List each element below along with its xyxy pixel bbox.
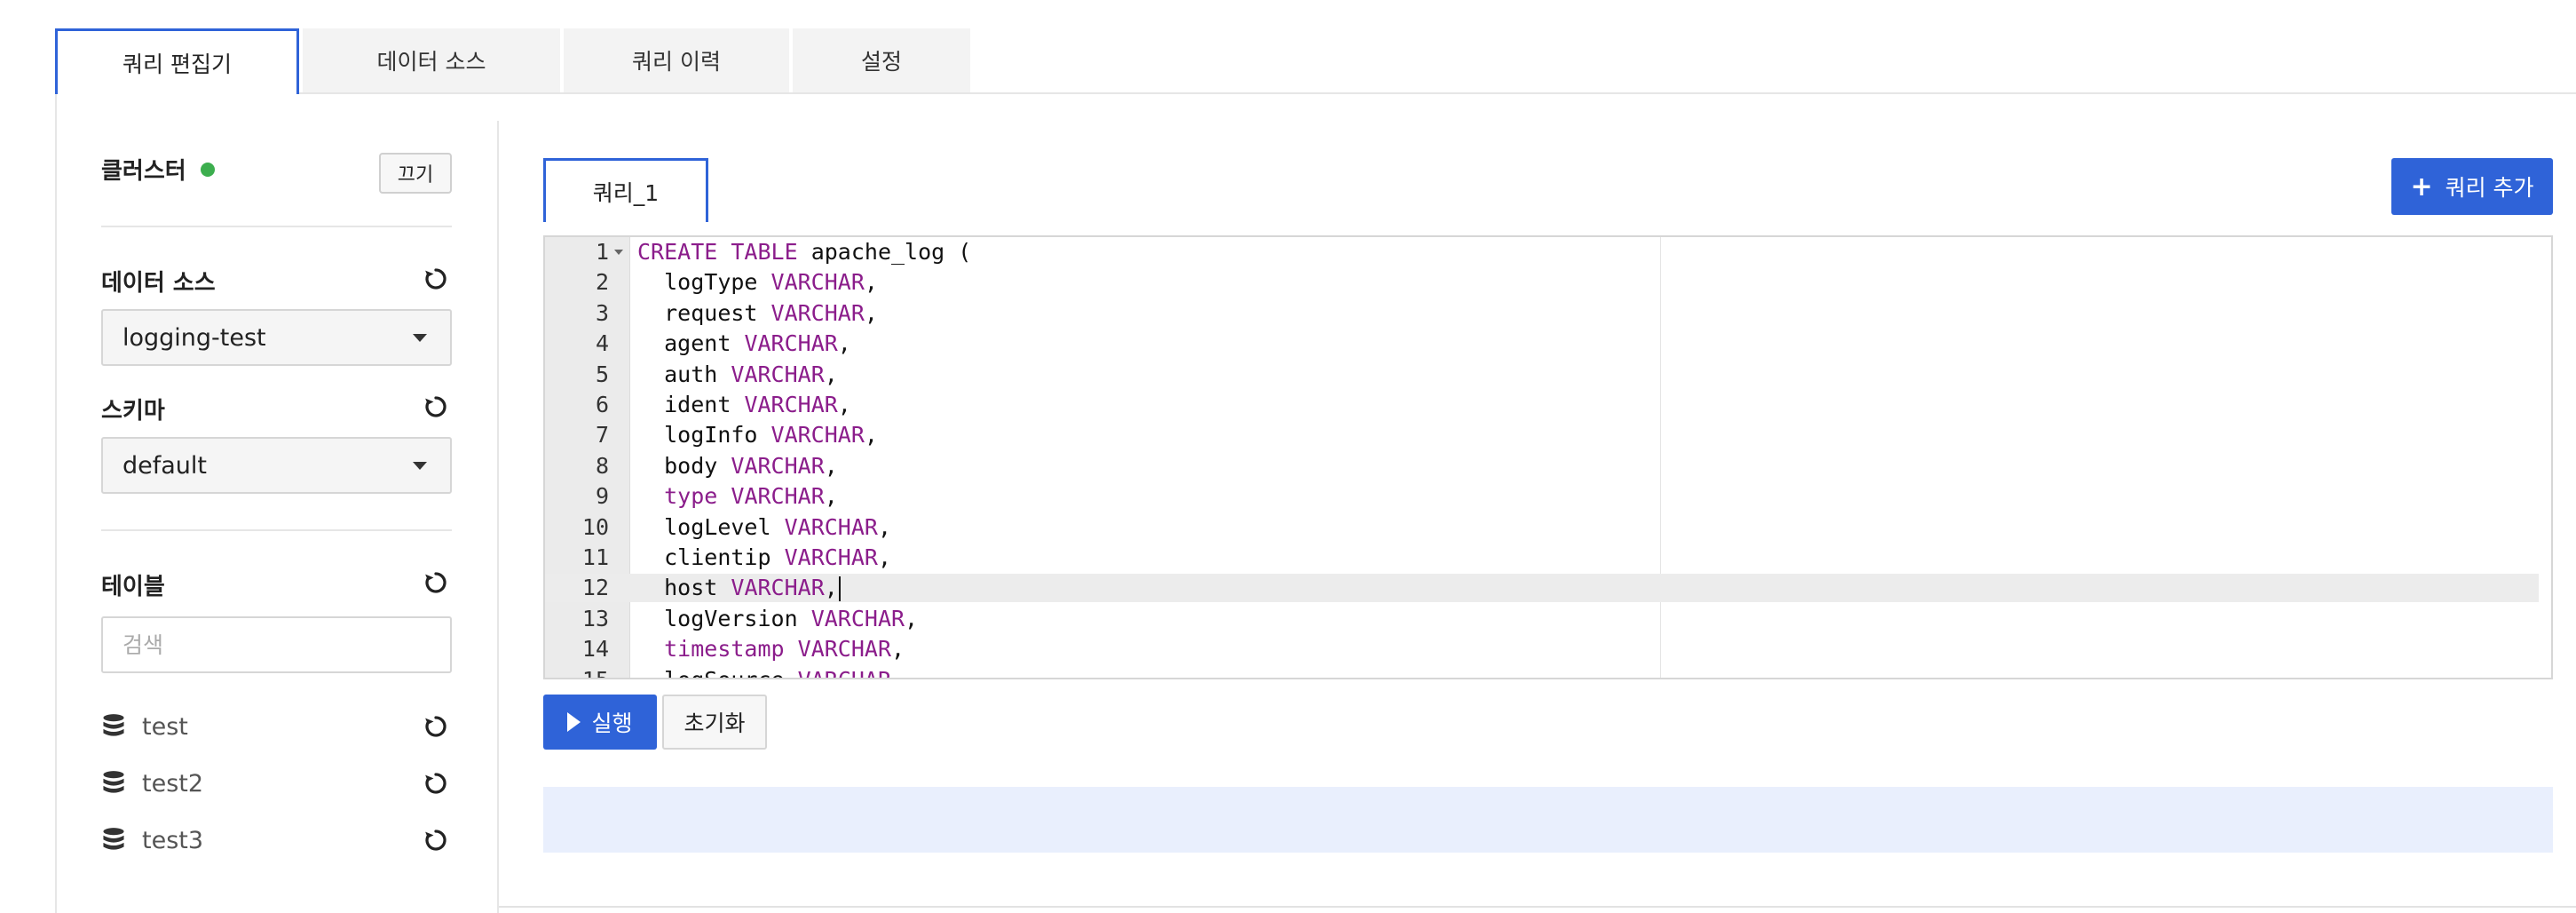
- code-text: host VARCHAR,: [637, 574, 841, 602]
- query-tab[interactable]: 쿼리_1: [543, 158, 708, 222]
- datasource-title: 데이터 소스: [101, 270, 216, 297]
- plus-icon: +: [2410, 171, 2433, 202]
- chevron-down-icon: [413, 462, 427, 470]
- table-refresh-icon[interactable]: [420, 824, 452, 856]
- schema-refresh-icon[interactable]: [420, 391, 452, 423]
- tab-settings[interactable]: 설정: [793, 28, 970, 92]
- code-line[interactable]: 1 CREATE TABLE apache_log (: [545, 238, 2551, 266]
- tables-refresh-icon[interactable]: [420, 567, 452, 599]
- table-item-test2[interactable]: test2: [101, 766, 452, 801]
- code-line[interactable]: 7 logInfo VARCHAR,: [545, 421, 2551, 449]
- code-line[interactable]: 6 ident VARCHAR,: [545, 391, 2551, 419]
- database-icon: [103, 714, 124, 736]
- table-item-test[interactable]: test: [101, 709, 452, 744]
- play-icon: [567, 712, 581, 732]
- datasource-refresh-icon[interactable]: [420, 263, 452, 295]
- divider: [101, 529, 452, 531]
- divider: [101, 226, 452, 227]
- line-number: 6: [595, 392, 609, 417]
- run-label: 실행: [591, 711, 633, 736]
- code-text: ident VARCHAR,: [664, 392, 851, 417]
- line-number: 13: [581, 605, 609, 631]
- tab-query-editor[interactable]: 쿼리 편집기: [55, 28, 299, 94]
- schema-title: 스키마: [101, 398, 165, 425]
- line-number: 15: [545, 666, 609, 678]
- code-line[interactable]: 8 body VARCHAR,: [545, 452, 2551, 480]
- tables-label-row: 테이블: [101, 565, 452, 600]
- code-text: request VARCHAR,: [664, 299, 878, 326]
- line-number: 7: [595, 422, 609, 449]
- code-line[interactable]: 4 agent VARCHAR,: [545, 329, 2551, 358]
- database-icon: [103, 771, 124, 793]
- add-query-button[interactable]: + 쿼리 추가: [2391, 158, 2553, 215]
- result-area: [543, 787, 2553, 853]
- table-item-test3[interactable]: test3: [101, 822, 452, 858]
- code-line[interactable]: 9 type VARCHAR,: [545, 482, 2551, 511]
- table-search-input[interactable]: [101, 616, 452, 673]
- code-line[interactable]: 13 logVersion VARCHAR,: [545, 605, 2551, 633]
- tab-data-source[interactable]: 데이터 소스: [303, 28, 560, 92]
- table-refresh-icon[interactable]: [420, 711, 452, 742]
- code-line[interactable]: 14 timestamp VARCHAR,: [545, 635, 2551, 663]
- code-text: logInfo VARCHAR,: [664, 422, 878, 449]
- line-number: 3: [595, 299, 609, 326]
- datasource-select[interactable]: logging-test: [101, 309, 452, 366]
- line-number: 8: [595, 452, 609, 479]
- code-line[interactable]: 2 logType VARCHAR,: [545, 268, 2551, 297]
- code-text: agent VARCHAR,: [664, 330, 851, 357]
- line-number: 10: [581, 513, 609, 540]
- datasource-selected-value: logging-test: [122, 323, 266, 352]
- code-text: logSource VARCHAR,: [637, 666, 905, 678]
- code-text: logType VARCHAR,: [664, 269, 878, 296]
- code-text: auth VARCHAR,: [664, 361, 838, 387]
- code-text: type VARCHAR,: [664, 483, 838, 510]
- schema-select[interactable]: default: [101, 437, 452, 494]
- add-query-label: 쿼리 추가: [2445, 175, 2534, 201]
- code-line[interactable]: 10 logLevel VARCHAR,: [545, 513, 2551, 542]
- line-number: 14: [581, 636, 609, 663]
- divider: [499, 906, 2576, 908]
- chevron-down-icon: [413, 334, 427, 342]
- table-item-label: test3: [142, 826, 204, 854]
- line-number: 9: [595, 483, 609, 510]
- code-text: timestamp VARCHAR,: [664, 636, 905, 663]
- cluster-title: 클러스터: [101, 158, 186, 185]
- line-number: 2: [595, 269, 609, 296]
- cluster-status-dot: [200, 162, 215, 177]
- code-line[interactable]: 15 logSource VARCHAR,: [545, 666, 2551, 678]
- datasource-label-row: 데이터 소스: [101, 261, 452, 297]
- sql-editor[interactable]: 1 CREATE TABLE apache_log ( 2 logType VARC…: [543, 235, 2553, 679]
- code-line[interactable]: 12 host VARCHAR,: [545, 574, 2539, 603]
- code-text: clientip VARCHAR,: [664, 544, 892, 570]
- tables-title: 테이블: [101, 574, 165, 600]
- code-line[interactable]: 5 auth VARCHAR,: [545, 361, 2551, 389]
- query-tabs: 쿼리_1: [543, 158, 708, 222]
- reset-button[interactable]: 초기화: [662, 695, 767, 750]
- schema-selected-value: default: [122, 451, 208, 480]
- code-text: logLevel VARCHAR,: [664, 513, 892, 540]
- line-number: 4: [595, 330, 609, 357]
- schema-label-row: 스키마: [101, 389, 452, 425]
- tab-query-history[interactable]: 쿼리 이력: [564, 28, 789, 92]
- code-line[interactable]: 3 request VARCHAR,: [545, 299, 2551, 328]
- cluster-row: 클러스터 끄기: [101, 153, 452, 194]
- line-number: 1: [595, 239, 609, 265]
- table-item-label: test2: [142, 769, 204, 798]
- run-button[interactable]: 실행: [543, 695, 657, 750]
- table-refresh-icon[interactable]: [420, 767, 452, 799]
- disconnect-button[interactable]: 끄기: [379, 153, 452, 194]
- code-text: body VARCHAR,: [664, 452, 838, 479]
- sidebar: 클러스터 끄기 데이터 소스 logging-test 스키마 default: [55, 121, 499, 913]
- code-text: CREATE TABLE apache_log (: [637, 239, 972, 265]
- line-number: 5: [595, 361, 609, 387]
- main-tabs: 쿼리 편집기 데이터 소스 쿼리 이력 설정: [55, 28, 974, 94]
- database-icon: [103, 828, 124, 850]
- line-number: 12: [581, 575, 609, 601]
- text-cursor: [838, 576, 841, 602]
- code-line[interactable]: 11 clientip VARCHAR,: [545, 544, 2551, 572]
- line-number: 11: [581, 544, 609, 570]
- code-text: logVersion VARCHAR,: [664, 605, 919, 631]
- table-item-label: test: [142, 712, 188, 741]
- fold-arrow-icon[interactable]: [614, 250, 623, 255]
